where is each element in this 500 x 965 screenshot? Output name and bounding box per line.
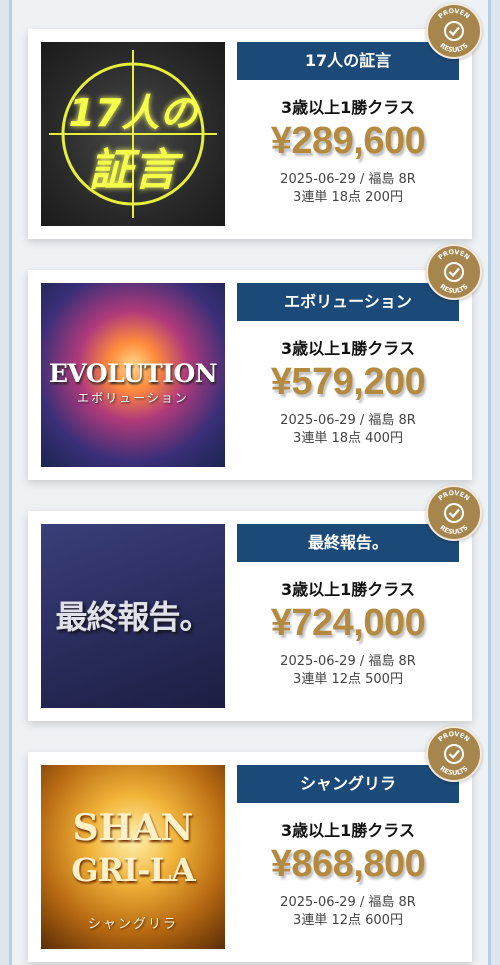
proven-results-badge: PROVEN RESULTS	[426, 244, 482, 300]
thumb-line: EVOLUTION	[48, 359, 218, 388]
svg-text:RESULTS: RESULTS	[438, 282, 469, 295]
race-class: 3歳以上1勝クラス	[281, 821, 415, 840]
thumb-line: 証言	[89, 145, 177, 196]
card-info: 17人の証言 3歳以上1勝クラス ¥289,600 2025-06-29 / 福…	[237, 42, 459, 226]
bet-info: 3連単 18点 200円	[293, 190, 403, 205]
race-class: 3歳以上1勝クラス	[281, 339, 415, 358]
payout-amount: ¥724,000	[270, 602, 426, 644]
card-info: エボリューション 3歳以上1勝クラス ¥579,200 2025-06-29 /…	[237, 283, 459, 467]
plan-name: 最終報告。	[237, 524, 459, 562]
thumb-line: SHAN	[72, 807, 194, 849]
check-circle-icon	[444, 503, 464, 523]
svg-text:RESULTS: RESULTS	[438, 523, 469, 536]
card-thumbnail: 最終報告。	[41, 524, 225, 708]
race-info: 2025-06-29 / 福島 8R	[280, 895, 416, 910]
race-info: 2025-06-29 / 福島 8R	[280, 172, 416, 187]
card-thumbnail: EVOLUTION エボリューション	[41, 283, 225, 467]
svg-text:PROVEN: PROVEN	[437, 489, 472, 503]
bet-info: 3連単 12点 600円	[293, 913, 403, 928]
payout-amount: ¥868,800	[270, 843, 426, 885]
plan-name: シャングリラ	[237, 765, 459, 803]
svg-text:RESULTS: RESULTS	[438, 764, 469, 777]
card-thumbnail: SHAN GRI-LA シャングリラ	[41, 765, 225, 949]
result-card[interactable]: 最終報告。 最終報告。 3歳以上1勝クラス ¥724,000 2025-06-2…	[28, 485, 482, 721]
proven-results-badge: PROVEN RESULTS	[426, 3, 482, 59]
thumb-line: シャングリラ	[87, 917, 178, 932]
svg-text:PROVEN: PROVEN	[437, 248, 472, 262]
check-circle-icon	[444, 21, 464, 41]
svg-text:PROVEN: PROVEN	[437, 7, 472, 21]
svg-text:PROVEN: PROVEN	[437, 730, 472, 744]
thumb-line: GRI-LA	[71, 851, 196, 889]
payout-amount: ¥289,600	[270, 120, 426, 162]
race-info: 2025-06-29 / 福島 8R	[280, 654, 416, 669]
result-card[interactable]: EVOLUTION エボリューション エボリューション 3歳以上1勝クラス ¥5…	[28, 244, 482, 480]
thumb-line: 17人の	[68, 91, 198, 135]
race-info: 2025-06-29 / 福島 8R	[280, 413, 416, 428]
check-circle-icon	[444, 262, 464, 282]
race-class: 3歳以上1勝クラス	[281, 98, 415, 117]
card-info: 最終報告。 3歳以上1勝クラス ¥724,000 2025-06-29 / 福島…	[237, 524, 459, 708]
proven-results-badge: PROVEN RESULTS	[426, 726, 482, 782]
result-card[interactable]: SHAN GRI-LA シャングリラ シャングリラ 3歳以上1勝クラス ¥868…	[28, 726, 482, 962]
bet-info: 3連単 12点 500円	[293, 672, 403, 687]
proven-results-badge: PROVEN RESULTS	[426, 485, 482, 541]
result-card[interactable]: 17人の 証言 17人の証言 3歳以上1勝クラス ¥289,600 2025-0…	[28, 3, 482, 239]
plan-name: エボリューション	[237, 283, 459, 321]
plan-name: 17人の証言	[237, 42, 459, 80]
card-thumbnail: 17人の 証言	[41, 42, 225, 226]
thumb-line: エボリューション	[77, 391, 189, 405]
payout-amount: ¥579,200	[270, 361, 426, 403]
svg-text:RESULTS: RESULTS	[438, 41, 469, 54]
check-circle-icon	[444, 744, 464, 764]
thumb-line: 最終報告。	[55, 598, 211, 636]
race-class: 3歳以上1勝クラス	[281, 580, 415, 599]
card-info: シャングリラ 3歳以上1勝クラス ¥868,800 2025-06-29 / 福…	[237, 765, 459, 949]
bet-info: 3連単 18点 400円	[293, 431, 403, 446]
